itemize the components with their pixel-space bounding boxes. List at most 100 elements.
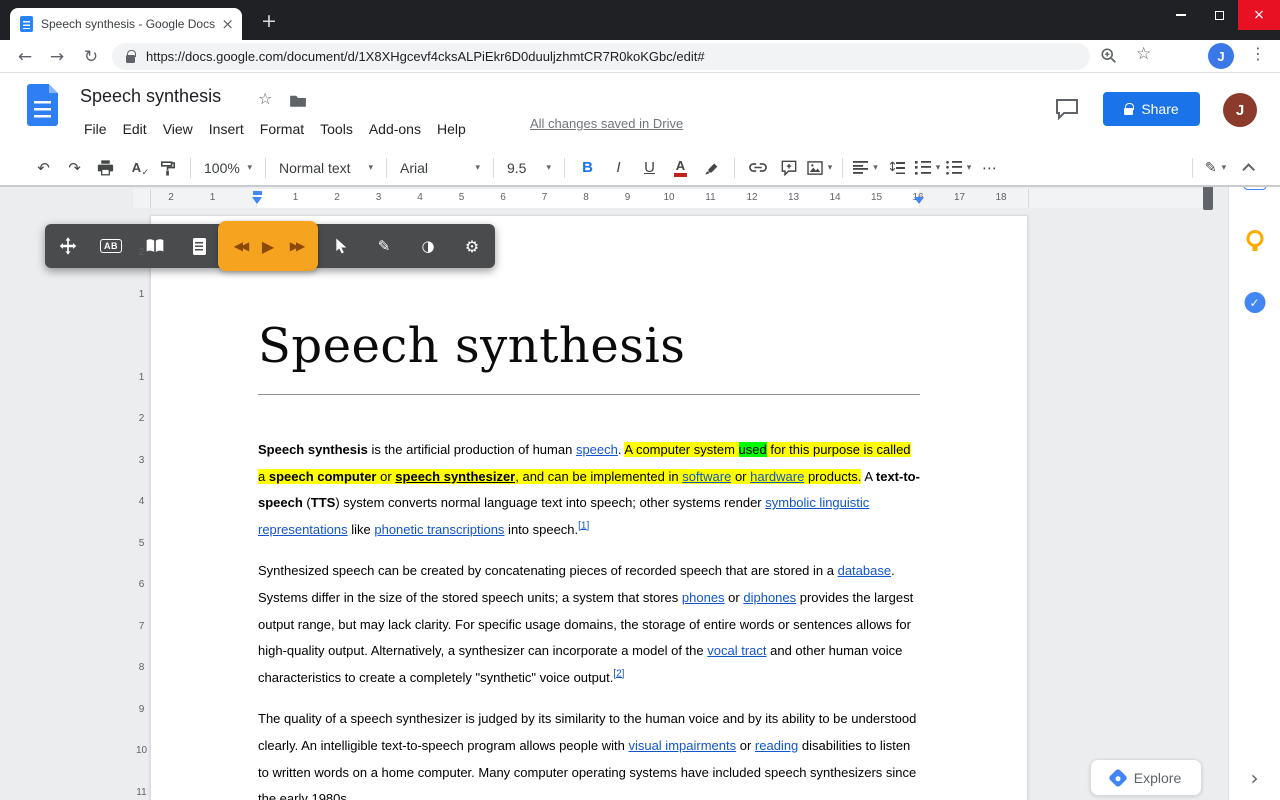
text-color-button[interactable]: A <box>667 154 694 181</box>
doc-link[interactable]: phonetic transcriptions <box>374 522 504 537</box>
ruler-number: 3 <box>376 192 382 203</box>
insert-image-button[interactable]: ▾ <box>806 154 833 181</box>
left-indent-marker[interactable] <box>252 197 262 204</box>
lock-icon[interactable] <box>126 55 135 63</box>
more-options-button[interactable]: ⋯ <box>976 154 1003 181</box>
zoom-select[interactable]: 100%▾ <box>200 160 256 176</box>
move-handle-icon[interactable] <box>51 224 85 268</box>
fast-forward-button[interactable]: ▶▶ <box>279 224 313 268</box>
pointer-select-icon[interactable] <box>323 224 357 268</box>
page-zoom-indicator-icon[interactable] <box>1100 47 1118 80</box>
horizontal-ruler[interactable]: 21123456789101112131415161718 <box>133 189 1205 208</box>
doc-link[interactable]: diphones <box>743 590 796 605</box>
docs-avatar[interactable]: J <box>1223 93 1257 127</box>
align-button[interactable]: ▾ <box>852 154 879 181</box>
add-comment-button[interactable] <box>775 154 802 181</box>
ruler-number: 9 <box>625 192 631 203</box>
doc-link[interactable]: vocal tract <box>707 643 766 658</box>
move-folder-icon[interactable] <box>289 94 307 113</box>
menu-format[interactable]: Format <box>252 116 312 142</box>
print-button[interactable] <box>92 154 119 181</box>
browser-menu-icon[interactable]: ⋮ <box>1250 44 1266 77</box>
menu-tools[interactable]: Tools <box>312 116 361 142</box>
doc-link[interactable]: hardware <box>750 469 804 484</box>
contrast-icon[interactable]: ◑ <box>411 224 445 268</box>
document-title-field[interactable]: Speech synthesis <box>80 86 221 107</box>
keep-icon[interactable] <box>1246 230 1263 247</box>
ruler-number: 15 <box>871 192 882 203</box>
browser-avatar[interactable]: J <box>1208 43 1234 69</box>
numbered-list-icon <box>915 161 931 175</box>
document-heading[interactable]: Speech synthesis <box>258 318 920 374</box>
doc-link[interactable]: [1] <box>578 520 589 531</box>
dictionary-ab-icon[interactable]: AB <box>94 224 128 268</box>
doc-link[interactable]: [2] <box>613 668 624 679</box>
comments-button[interactable] <box>1052 94 1082 124</box>
doc-link[interactable]: reading <box>755 738 798 753</box>
back-button[interactable]: ← <box>12 44 38 70</box>
window-maximize-button[interactable] <box>1200 0 1238 30</box>
tab-title: Speech synthesis - Google Docs <box>41 17 215 31</box>
browser-navigation-bar: ← → ↻ https://docs.google.com/document/d… <box>0 40 1280 73</box>
address-bar[interactable]: https://docs.google.com/document/d/1X8XH… <box>112 43 1090 70</box>
undo-button[interactable]: ↶ <box>30 154 57 181</box>
paragraph[interactable]: The quality of a speech synthesizer is j… <box>258 706 920 800</box>
doc-link[interactable]: speech <box>576 442 618 457</box>
underline-button[interactable]: U <box>636 154 663 181</box>
bold-button[interactable]: B <box>574 154 601 181</box>
highlight-color-button[interactable] <box>698 154 725 181</box>
doc-link[interactable]: software <box>682 469 731 484</box>
paragraph-style-select[interactable]: Normal text▾ <box>275 160 377 176</box>
paragraph[interactable]: Speech synthesis is the artificial produ… <box>258 437 920 543</box>
tab-close-icon[interactable]: × <box>221 17 234 32</box>
tasks-icon[interactable]: ✓ <box>1244 292 1265 313</box>
refresh-button[interactable]: ↻ <box>78 44 104 70</box>
save-status[interactable]: All changes saved in Drive <box>530 116 683 131</box>
explore-button[interactable]: Explore <box>1090 759 1202 796</box>
font-family-select[interactable]: Arial▾ <box>396 160 484 176</box>
collapse-toolbar-button[interactable] <box>1233 154 1260 181</box>
menu-addons[interactable]: Add-ons <box>361 116 429 142</box>
menu-insert[interactable]: Insert <box>201 116 252 142</box>
spellcheck-button[interactable]: A✓ <box>123 154 150 181</box>
forward-button[interactable]: → <box>44 44 70 70</box>
document-page[interactable]: Speech synthesis Speech synthesis is the… <box>150 215 1028 800</box>
highlighter-pen-icon[interactable]: ✎ <box>367 224 401 268</box>
page-mode-icon[interactable] <box>182 224 216 268</box>
doc-link[interactable]: phones <box>682 590 725 605</box>
share-button[interactable]: Share <box>1103 92 1200 126</box>
editing-mode-button[interactable]: ✎▾ <box>1202 154 1229 181</box>
menu-view[interactable]: View <box>155 116 201 142</box>
bookmark-star-icon[interactable]: ☆ <box>1136 44 1151 77</box>
ruler-number: 14 <box>829 192 840 203</box>
new-tab-button[interactable]: + <box>256 9 282 35</box>
paint-format-button[interactable] <box>154 154 181 181</box>
doc-text: , and can be implemented in <box>515 469 682 484</box>
hide-side-panel-chevron[interactable]: › <box>1251 768 1259 788</box>
doc-link[interactable]: visual impairments <box>628 738 736 753</box>
lightbulb-icon <box>1246 230 1263 247</box>
italic-button[interactable]: I <box>605 154 632 181</box>
menu-file[interactable]: File <box>76 116 115 142</box>
browser-tab[interactable]: Speech synthesis - Google Docs × <box>10 8 242 40</box>
menu-edit[interactable]: Edit <box>115 116 155 142</box>
bulleted-list-button[interactable]: ▾ <box>945 154 972 181</box>
window-minimize-button[interactable] <box>1162 0 1200 30</box>
numbered-list-button[interactable]: ▾ <box>914 154 941 181</box>
menu-help[interactable]: Help <box>429 116 474 142</box>
redo-button[interactable]: ↷ <box>61 154 88 181</box>
paragraph[interactable]: Synthesized speech can be created by con… <box>258 558 920 691</box>
settings-gear-icon[interactable]: ⚙ <box>455 224 489 268</box>
docs-logo-icon[interactable] <box>27 84 58 126</box>
url-text[interactable]: https://docs.google.com/document/d/1X8XH… <box>146 49 705 64</box>
insert-link-button[interactable] <box>744 154 771 181</box>
chevron-down-icon: ▾ <box>546 163 551 173</box>
doc-link[interactable]: database <box>838 563 892 578</box>
first-line-indent-marker[interactable] <box>253 191 262 195</box>
format-toolbar: ↶ ↷ A✓ 100%▾ Normal text▾ Arial▾ 9.5▾ B … <box>0 150 1280 187</box>
right-indent-marker[interactable] <box>914 197 924 204</box>
window-close-button[interactable]: × <box>1238 0 1280 30</box>
line-spacing-button[interactable] <box>883 154 910 181</box>
font-size-select[interactable]: 9.5▾ <box>503 160 555 176</box>
star-document-icon[interactable]: ☆ <box>258 89 272 108</box>
